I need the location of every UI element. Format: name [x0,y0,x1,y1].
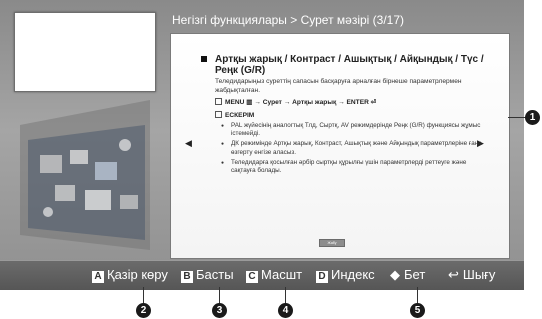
c-key-icon: C [246,271,258,283]
callout-1: 1 [525,110,540,125]
left-right-arrows-icon: ◆ [390,267,400,282]
b-key-icon: B [181,271,193,283]
section-heading-text: Артқы жарық / Контраст / Ашықтық / Айқын… [215,54,484,76]
callout-5: 5 [410,303,425,318]
home-label: Басты [196,267,234,282]
home-button[interactable]: B Басты [181,267,234,283]
note-item: ДК режимінде Артқы жарық, Контраст, Ашық… [221,140,489,156]
square-bullet-icon [201,56,207,62]
bottom-control-bar: A Қазір көру B Басты C Масшт D Индекс ◆ Бет ↩… [0,260,524,290]
menu-path: MENU ▥ → Сурет → Артқы жарық → ENTER ⏎ [215,98,376,107]
page-title: Негізгі функциялары > Сурет мәзірі (3/17… [172,13,405,27]
page-label: Бет [404,267,426,282]
remote-menu-icon [215,98,222,105]
note-item: Теледидарға қосылған әрбір сыртқы құрылғ… [221,159,489,175]
tv-screen: Негізгі функциялары > Сурет мәзірі (3/17… [0,0,524,290]
index-button[interactable]: D Индекс [316,267,375,283]
menu-path-text: MENU ▥ → Сурет → Артқы жарық → ENTER ⏎ [225,99,377,106]
watch-now-button[interactable]: A Қазір көру [92,267,168,283]
page-button[interactable]: ◆ Бет [390,267,425,283]
d-key-icon: D [316,271,328,283]
note-label: ЕСКЕРІМ [225,112,255,119]
note-icon [215,111,222,118]
zoom-label: Масшт [261,267,303,282]
exit-button[interactable]: ↩ Шығу [448,267,495,283]
callout-2: 2 [136,303,151,318]
video-preview [14,12,156,92]
prev-page-arrow[interactable]: ◀ [185,138,192,149]
callout-3: 3 [212,303,227,318]
section-description: Теледидарыңыз суреттің сапасын басқаруға… [215,78,462,94]
watch-now-label: Қазір көру [107,267,168,282]
exit-label: Шығу [462,267,496,282]
exit-icon: ↩ [448,267,459,282]
close-button[interactable]: Жабу [319,239,345,247]
content-panel: ◀ ▶ Артқы жарық / Контраст / Ашықтық / А… [170,33,510,259]
decorative-icons-graphic [20,100,150,250]
note-item: PAL жүйесінің аналогтық Тлд, Сыртқ, AV р… [221,122,489,138]
index-label: Индекс [331,267,375,282]
note-list: PAL жүйесінің аналогтық Тлд, Сыртқ, AV р… [221,122,489,177]
zoom-button[interactable]: C Масшт [246,267,302,283]
a-key-icon: A [92,271,104,283]
callout-4: 4 [278,303,293,318]
note-header: ЕСКЕРІМ [215,111,254,119]
callout-line-1 [508,117,526,118]
